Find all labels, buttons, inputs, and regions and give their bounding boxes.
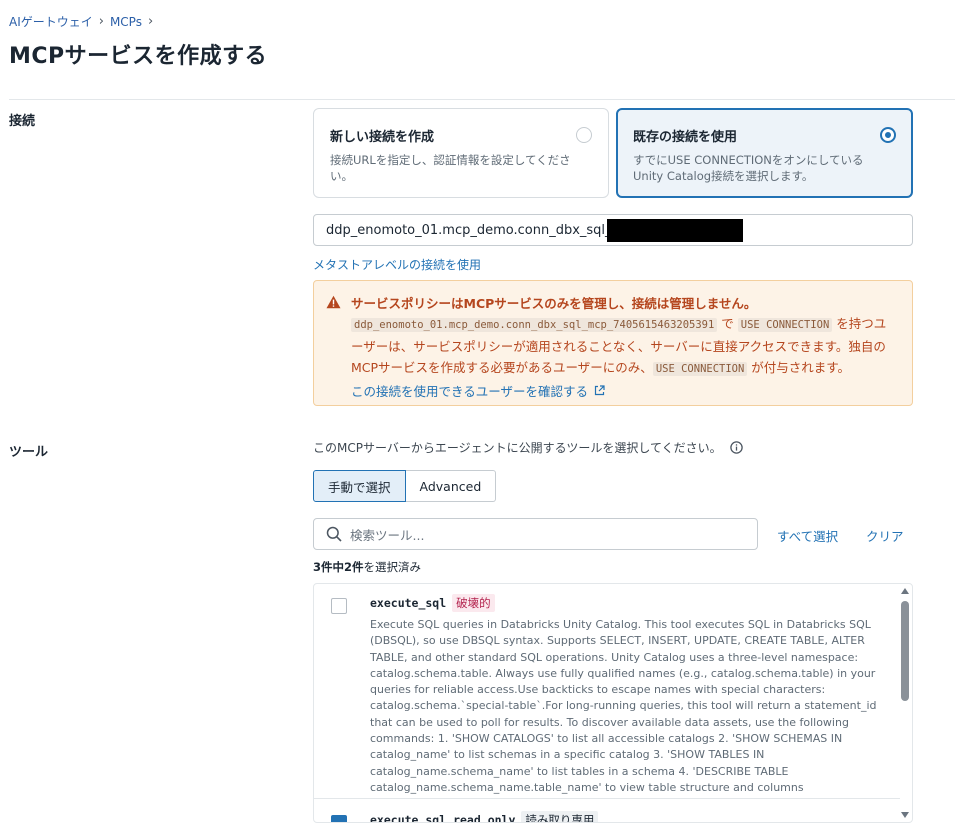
existing-connection-radio[interactable] [880, 127, 896, 143]
new-connection-title: 新しい接続を作成 [330, 130, 435, 145]
selected-count-suffix: を選択済み [363, 560, 422, 574]
existing-connection-title: 既存の接続を使用 [633, 130, 738, 145]
page-title: MCPサービスを作成する [9, 44, 268, 69]
tool-description: Execute SQL queries in Databricks Unity … [370, 618, 877, 794]
mode-advanced-button[interactable]: Advanced [405, 470, 497, 502]
tool-item-execute-sql-read-only: execute_sql_read_only 読み取り専用 [314, 799, 900, 823]
tool-list: execute_sql 破壊的 Execute SQL queries in D… [313, 583, 913, 823]
search-placeholder: 検索ツール... [350, 527, 425, 543]
external-link-icon [594, 385, 605, 396]
check-users-link[interactable]: この接続を使用できるユーザーを確認する [351, 381, 605, 400]
existing-connection-option[interactable]: 既存の接続を使用 すでにUSE CONNECTIONをオンにしているUnity … [616, 108, 913, 198]
tool-list-scrollbar[interactable] [898, 584, 912, 822]
breadcrumb-separator: › [98, 14, 104, 29]
tools-section-label: ツール [9, 445, 49, 460]
warning-icon [326, 295, 341, 309]
warning-connection-code: ddp_enomoto_01.mcp_demo.conn_dbx_sql_mcp… [351, 318, 718, 332]
new-connection-description: 接続URLを指定し、認証情報を設定してください。 [330, 153, 571, 183]
breadcrumb: AIゲートウェイ › MCPs › [9, 13, 153, 30]
warning-text-1: で [717, 316, 738, 331]
connection-input-value: ddp_enomoto_01.mcp_demo.conn_dbx_sql_mcp… [326, 222, 647, 238]
tools-description-text: このMCPサーバーからエージェントに公開するツールを選択してください。 [313, 441, 722, 455]
mode-manual-button[interactable]: 手動で選択 [313, 470, 406, 502]
warning-body: ddp_enomoto_01.mcp_demo.conn_dbx_sql_mcp… [351, 313, 898, 380]
scroll-down-arrow-icon[interactable] [901, 812, 909, 818]
info-icon[interactable] [729, 441, 743, 454]
selected-count-number: 3件中2件 [313, 560, 364, 574]
connection-section-label: 接続 [9, 114, 36, 129]
new-connection-radio[interactable] [576, 127, 592, 143]
destructive-badge: 破壊的 [452, 594, 495, 612]
redaction-block [607, 219, 743, 242]
new-connection-option[interactable]: 新しい接続を作成 接続URLを指定し、認証情報を設定してください。 [313, 108, 609, 198]
tool-name: execute_sql_read_only [370, 813, 516, 823]
warning-use-connection-code-2: USE CONNECTION [652, 362, 748, 376]
warning-use-connection-code: USE CONNECTION [737, 318, 833, 332]
tool-search-input[interactable]: 検索ツール... [313, 518, 758, 550]
warning-headline: サービスポリシーはMCPサービスのみを管理し、接続は管理しません。 [351, 296, 757, 311]
tool-checkbox-execute-sql[interactable] [331, 598, 347, 614]
tool-name-row: execute_sql_read_only 読み取り専用 [370, 811, 599, 823]
scroll-up-arrow-icon[interactable] [901, 588, 909, 594]
tool-name: execute_sql [370, 596, 447, 610]
breadcrumb-ai-gateway-link[interactable]: AIゲートウェイ [9, 13, 93, 30]
search-icon [326, 526, 342, 542]
existing-connection-description: すでにUSE CONNECTIONをオンにしているUnity Catalog接続… [633, 153, 864, 183]
warning-text-3: が付与されます。 [747, 360, 851, 375]
check-users-link-text: この接続を使用できるユーザーを確認する [351, 384, 589, 399]
tool-selection-mode: 手動で選択 Advanced [313, 470, 497, 502]
tool-checkbox-execute-sql-read-only[interactable] [331, 815, 347, 822]
breadcrumb-separator: › [147, 14, 154, 29]
service-policy-warning: サービスポリシーはMCPサービスのみを管理し、接続は管理しません。 ddp_en… [313, 280, 913, 406]
breadcrumb-mcps-link[interactable]: MCPs [110, 15, 142, 29]
header-divider [9, 99, 955, 100]
metastore-connection-link[interactable]: メタストアレベルの接続を使用 [313, 256, 481, 273]
selected-count: 3件中2件を選択済み [313, 559, 421, 575]
clear-button[interactable]: クリア [866, 526, 904, 545]
select-all-button[interactable]: すべて選択 [777, 526, 838, 545]
tool-item-execute-sql: execute_sql 破壊的 Execute SQL queries in D… [314, 584, 900, 798]
tool-name-row: execute_sql 破壊的 [370, 594, 495, 612]
scroll-thumb[interactable] [901, 601, 909, 701]
tools-description: このMCPサーバーからエージェントに公開するツールを選択してください。 [313, 439, 743, 456]
read-only-badge: 読み取り専用 [521, 811, 599, 822]
